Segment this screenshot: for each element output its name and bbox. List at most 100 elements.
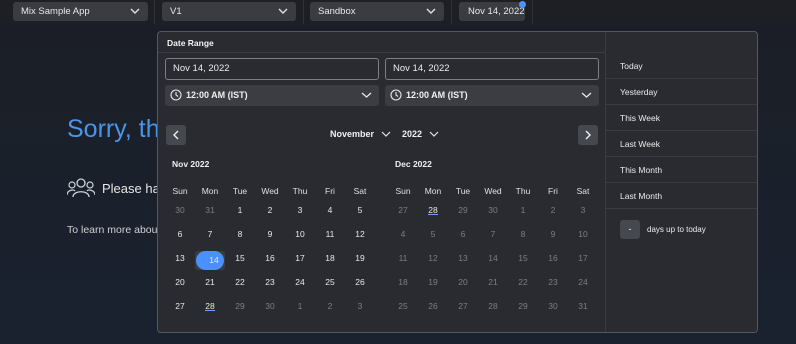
calendar-day[interactable]: 11 [388, 249, 418, 273]
calendar-day[interactable]: 6 [448, 225, 478, 249]
calendar-day[interactable]: 1 [285, 297, 315, 321]
calendar-day[interactable]: 30 [165, 201, 195, 225]
calendar-day[interactable]: 10 [568, 225, 598, 249]
calendar-day[interactable]: 28 [478, 297, 508, 321]
next-month-button[interactable] [578, 125, 598, 145]
end-time-select[interactable]: 12:00 AM (IST) [385, 85, 599, 106]
calendar-day[interactable]: 27 [448, 297, 478, 321]
calendar-day[interactable]: 5 [345, 201, 375, 225]
preset-this-week[interactable]: This Week [606, 105, 757, 131]
calendar-day[interactable]: 26 [345, 273, 375, 297]
calendar-day[interactable]: 15 [508, 249, 538, 273]
calendar-day-number: 3 [580, 205, 586, 215]
year-picker[interactable]: 2022 [402, 129, 439, 139]
calendar-day[interactable]: 25 [388, 297, 418, 321]
calendar-day[interactable]: 11 [315, 225, 345, 249]
calendar-day[interactable]: 30 [538, 297, 568, 321]
calendar-day[interactable]: 23 [255, 273, 285, 297]
end-date-input[interactable]: Nov 14, 2022 [385, 58, 599, 80]
start-time-select[interactable]: 12:00 AM (IST) [165, 85, 379, 106]
calendar-day[interactable]: 29 [508, 297, 538, 321]
calendar-day-number: 7 [490, 229, 496, 239]
calendar-day[interactable]: 7 [478, 225, 508, 249]
weekday-label: Wed [484, 186, 502, 196]
weekday-label: Sat [576, 186, 590, 196]
calendar-day[interactable]: 22 [508, 273, 538, 297]
month-picker[interactable]: November [330, 129, 391, 139]
calendar-day[interactable]: 8 [508, 225, 538, 249]
calendar-day[interactable]: 21 [478, 273, 508, 297]
calendar-day[interactable]: 25 [315, 273, 345, 297]
calendar-day[interactable]: 21 [195, 273, 225, 297]
calendar-day[interactable]: 29 [225, 297, 255, 321]
calendar-day[interactable]: 9 [538, 225, 568, 249]
calendar-day[interactable]: 4 [315, 201, 345, 225]
calendar-day[interactable]: 5 [418, 225, 448, 249]
calendar-day[interactable]: 3 [568, 201, 598, 225]
calendar-day[interactable]: 27 [165, 297, 195, 321]
preset-last-week[interactable]: Last Week [606, 131, 757, 157]
calendar-day[interactable]: 23 [538, 273, 568, 297]
calendar-day[interactable]: 1 [225, 201, 255, 225]
calendar-day[interactable]: 7 [195, 225, 225, 249]
calendar-day[interactable]: 9 [255, 225, 285, 249]
environment-select-value: Sandbox [318, 6, 356, 17]
weekday-label: Tue [232, 186, 248, 196]
calendar-day[interactable]: 3 [345, 297, 375, 321]
calendar-day[interactable]: 15 [225, 249, 255, 273]
start-date-input[interactable]: Nov 14, 2022 [165, 58, 379, 80]
app-select[interactable]: Mix Sample App [13, 2, 148, 21]
calendar-day[interactable]: 2 [315, 297, 345, 321]
calendar-day[interactable]: 16 [538, 249, 568, 273]
calendar-day[interactable]: 17 [285, 249, 315, 273]
prev-month-button[interactable] [166, 125, 186, 145]
calendar-day[interactable]: 18 [315, 249, 345, 273]
preset-yesterday[interactable]: Yesterday [606, 79, 757, 105]
calendar-day[interactable]: 2 [538, 201, 568, 225]
calendar-week: 20 21 22 23 24 25 26 [165, 273, 375, 297]
calendar-day[interactable]: 19 [345, 249, 375, 273]
calendar-day[interactable]: 18 [388, 273, 418, 297]
calendar-day[interactable]: 26 [418, 297, 448, 321]
calendar-day[interactable]: 16 [255, 249, 285, 273]
calendar-day[interactable]: 6 [165, 225, 195, 249]
preset-today[interactable]: Today [606, 53, 757, 79]
calendar-day[interactable]: 24 [285, 273, 315, 297]
calendar-day[interactable]: 31 [568, 297, 598, 321]
version-select[interactable]: V1 [162, 2, 296, 21]
calendar-day-number: 20 [458, 277, 468, 287]
calendar-day-selected[interactable]: 14 [195, 251, 225, 270]
calendar-day[interactable]: 12 [418, 249, 448, 273]
date-range-button[interactable]: Nov 14, 2022 [459, 2, 525, 21]
calendar-day-number: 6 [460, 229, 466, 239]
calendar-day[interactable]: 4 [388, 225, 418, 249]
calendar-day[interactable]: 20 [165, 273, 195, 297]
calendar-day[interactable]: 28 [195, 297, 225, 321]
calendar-day[interactable]: 30 [255, 297, 285, 321]
calendar-day[interactable]: 2 [255, 201, 285, 225]
calendar-day[interactable]: 1 [508, 201, 538, 225]
calendar-day[interactable]: 20 [448, 273, 478, 297]
calendar-day[interactable]: 13 [165, 249, 195, 273]
days-up-to-today-input[interactable]: - [620, 220, 640, 239]
calendar-day[interactable]: 19 [418, 273, 448, 297]
calendar-day[interactable]: 3 [285, 201, 315, 225]
calendar-day[interactable]: 13 [448, 249, 478, 273]
right-month-label: Dec 2022 [395, 159, 432, 169]
date-range-popup: Date Range Nov 14, 2022 Nov 14, 2022 12:… [157, 31, 758, 333]
calendar-day[interactable]: 17 [568, 249, 598, 273]
calendar-day[interactable]: 27 [388, 201, 418, 225]
calendar-day[interactable]: 14 [478, 249, 508, 273]
calendar-day[interactable]: 29 [448, 201, 478, 225]
calendar-day[interactable]: 12 [345, 225, 375, 249]
calendar-day[interactable]: 31 [195, 201, 225, 225]
calendar-day[interactable]: 24 [568, 273, 598, 297]
calendar-day[interactable]: 22 [225, 273, 255, 297]
environment-select[interactable]: Sandbox [310, 2, 444, 21]
calendar-day[interactable]: 28 [418, 201, 448, 225]
preset-last-month[interactable]: Last Month [606, 183, 757, 209]
calendar-day[interactable]: 30 [478, 201, 508, 225]
calendar-day[interactable]: 8 [225, 225, 255, 249]
preset-this-month[interactable]: This Month [606, 157, 757, 183]
calendar-day[interactable]: 10 [285, 225, 315, 249]
